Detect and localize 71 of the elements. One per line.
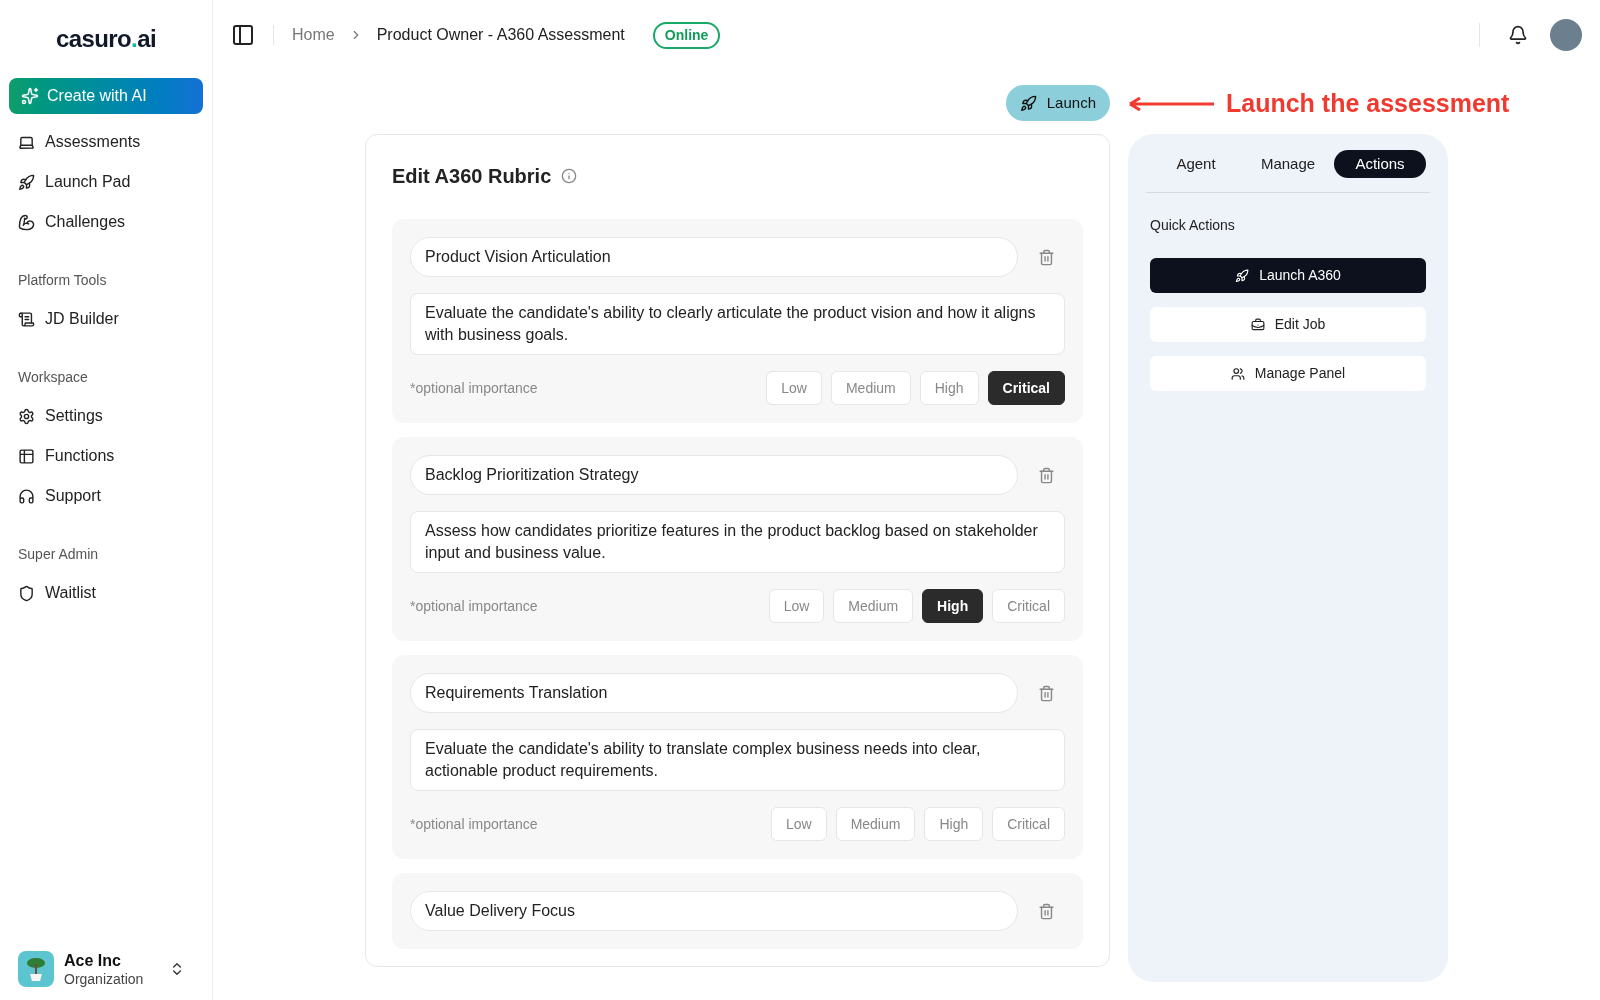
sparkles-icon: [21, 87, 39, 105]
info-icon[interactable]: [561, 168, 578, 184]
users-icon: [1230, 366, 1245, 381]
trash-icon[interactable]: [1038, 248, 1055, 266]
quick-action-button[interactable]: Manage Panel: [1150, 356, 1426, 391]
nav-item[interactable]: Challenges: [9, 202, 203, 242]
importance-option[interactable]: Low: [768, 589, 825, 623]
sidebar-toggle-icon[interactable]: [231, 23, 255, 47]
importance-option[interactable]: Medium: [833, 589, 914, 623]
nav-item[interactable]: Support: [9, 476, 203, 516]
flexed-arm-icon: [18, 213, 35, 231]
headphones-icon: [18, 487, 35, 505]
trash-icon[interactable]: [1038, 684, 1055, 702]
quick-action-button[interactable]: Launch A360: [1150, 258, 1426, 293]
importance-option[interactable]: High: [922, 589, 984, 623]
editor-title: Edit A360 Rubric: [392, 164, 552, 189]
briefcase-icon: [1250, 317, 1265, 332]
shield-icon: [18, 584, 35, 602]
importance-option[interactable]: Medium: [830, 371, 911, 405]
quick-action-button[interactable]: Edit Job: [1150, 307, 1426, 342]
nav-item[interactable]: JD Builder: [9, 299, 203, 339]
criterion-description-field[interactable]: Evaluate the candidate's ability to clearly articulate the product vision and how it aligns with business goals.: [410, 293, 1065, 355]
importance-option[interactable]: Medium: [835, 807, 916, 841]
importance-option[interactable]: Critical: [992, 589, 1065, 623]
importance-hint: *optional importance: [410, 814, 538, 834]
notification-bell-icon[interactable]: [1508, 25, 1528, 45]
rocket-icon: [18, 173, 35, 191]
panel-tab[interactable]: Agent: [1150, 150, 1242, 178]
nav-section-label: Workspace: [17, 368, 89, 387]
importance-option[interactable]: Low: [770, 807, 827, 841]
importance-option[interactable]: Low: [766, 371, 822, 405]
importance-option[interactable]: High: [924, 807, 984, 841]
status-badge: Online: [652, 21, 721, 49]
trash-icon[interactable]: [1038, 902, 1055, 920]
breadcrumb-link[interactable]: Home: [292, 23, 335, 47]
rocket-icon: [1235, 268, 1250, 283]
importance-option[interactable]: Critical: [987, 371, 1065, 405]
org-role: Organization: [64, 970, 144, 988]
table-icon: [18, 447, 35, 465]
nav-item[interactable]: Launch Pad: [9, 162, 203, 202]
nav-item[interactable]: Assessments: [9, 122, 203, 162]
nav-item[interactable]: Waitlist: [9, 573, 203, 613]
panel-tab[interactable]: Actions: [1334, 150, 1426, 178]
criterion-title-field[interactable]: Requirements Translation: [410, 673, 1018, 713]
section-heading: Quick Actions: [1150, 216, 1236, 235]
create-with-ai-button[interactable]: Create with AI: [9, 78, 203, 114]
criterion-title-field[interactable]: Product Vision Articulation: [410, 237, 1018, 277]
nav-section-label: Super Admin: [17, 545, 100, 564]
settings-icon: [18, 407, 35, 425]
nav-item[interactable]: Functions: [9, 436, 203, 476]
scroll-icon: [18, 310, 35, 328]
nav-item[interactable]: Settings: [9, 396, 203, 436]
avatar[interactable]: [1550, 19, 1582, 51]
annotation-text: Launch the assessment: [1226, 88, 1510, 119]
breadcrumb-current: Product Owner - A360 Assessment: [376, 25, 625, 45]
trash-icon[interactable]: [1038, 466, 1055, 484]
criterion-description-field[interactable]: Evaluate the candidate's ability to translate complex business needs into clear, actionable product requirements.: [410, 729, 1065, 791]
launch-button[interactable]: Launch: [1005, 85, 1110, 121]
importance-hint: *optional importance: [410, 596, 538, 616]
importance-option[interactable]: High: [919, 371, 979, 405]
importance-option[interactable]: Critical: [992, 807, 1065, 841]
criterion-title-field[interactable]: Backlog Prioritization Strategy: [410, 455, 1018, 495]
criterion-title-field[interactable]: Value Delivery Focus: [410, 891, 1018, 931]
bonsai-logo-icon: [18, 951, 54, 988]
logo: casuro.ai: [56, 24, 156, 54]
rocket-icon: [1019, 94, 1037, 112]
criterion-description-field[interactable]: Assess how candidates prioritize features in the product backlog based on stakeholder input and business value.: [410, 511, 1065, 573]
panel-tab[interactable]: Manage: [1242, 150, 1334, 178]
importance-hint: *optional importance: [410, 378, 538, 398]
org-name: Ace Inc: [64, 950, 122, 971]
nav-section-label: Platform Tools: [17, 271, 108, 290]
